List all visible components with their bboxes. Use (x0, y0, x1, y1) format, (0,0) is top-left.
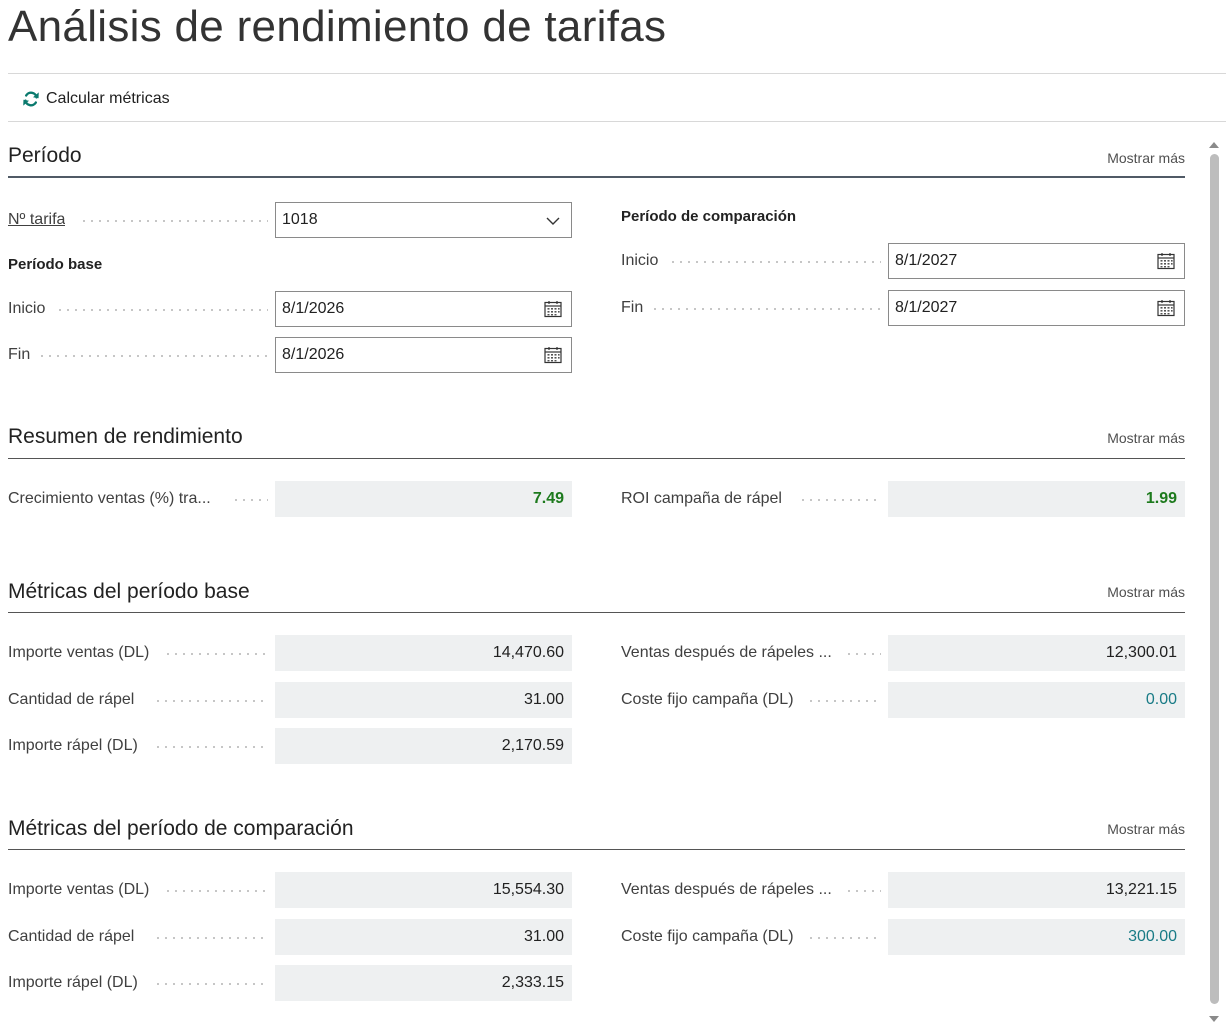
base-period-heading: Período base (8, 256, 103, 273)
scrollbar-thumb[interactable] (1210, 154, 1219, 1004)
base-fixed-cost-value[interactable]: 0.00 (888, 682, 1185, 718)
comp-fixed-cost-row: Coste fijo campaña (DL) 300.00 (621, 919, 1185, 955)
base-end-label: Fin (8, 346, 31, 363)
calculate-metrics-label: Calcular métricas (46, 90, 170, 107)
sales-growth-value: 7.49 (275, 481, 572, 517)
comp-metrics-show-more-link[interactable]: Mostrar más (1107, 821, 1185, 837)
section-period-title: Período (8, 144, 82, 167)
section-period-header: Período Mostrar más (8, 123, 1185, 178)
comp-end-label: Fin (621, 299, 644, 316)
price-list-select[interactable]: 1018 (275, 202, 572, 238)
comp-rebate-qty-row: Cantidad de rápel 31.00 (8, 919, 572, 955)
base-fixed-cost-row: Coste fijo campaña (DL) 0.00 (621, 682, 1185, 718)
base-sales-amount-row: Importe ventas (DL) 14,470.60 (8, 635, 572, 671)
title-divider (8, 73, 1226, 74)
calendar-icon[interactable] (1156, 251, 1176, 271)
period-show-more-link[interactable]: Mostrar más (1107, 150, 1185, 166)
comp-rebate-amount-value: 2,333.15 (275, 965, 572, 1001)
calendar-icon[interactable] (1156, 298, 1176, 318)
scroll-down-icon[interactable] (1208, 1014, 1220, 1024)
comp-end-date-field[interactable]: 8/1/2027 (888, 290, 1185, 326)
base-rebate-amount-row: Importe rápel (DL) 2,170.59 (8, 728, 572, 764)
comp-start-date-field[interactable]: 8/1/2027 (888, 243, 1185, 279)
section-base-metrics-header: Métricas del período base Mostrar más (8, 568, 1185, 613)
base-net-sales-value: 12,300.01 (888, 635, 1185, 671)
comp-net-sales-value: 13,221.15 (888, 872, 1185, 908)
base-rebate-amount-value: 2,170.59 (275, 728, 572, 764)
sales-growth-row: Crecimiento ventas (%) tra... 7.49 (8, 481, 572, 517)
comp-start-label: Inicio (621, 252, 659, 269)
base-rebate-qty-row: Cantidad de rápel 31.00 (8, 682, 572, 718)
comp-fixed-cost-value[interactable]: 300.00 (888, 919, 1185, 955)
base-start-label: Inicio (8, 300, 46, 317)
refresh-icon (23, 91, 39, 107)
section-summary-title: Resumen de rendimiento (8, 425, 243, 448)
summary-show-more-link[interactable]: Mostrar más (1107, 430, 1185, 446)
base-rebate-amount-label: Importe rápel (DL) (8, 737, 138, 754)
rebate-roi-value: 1.99 (888, 481, 1185, 517)
comp-rebate-amount-row: Importe rápel (DL) 2,333.15 (8, 965, 572, 1001)
rebate-roi-row: ROI campaña de rápel 1.99 (621, 481, 1185, 517)
action-divider (8, 121, 1226, 122)
base-metrics-show-more-link[interactable]: Mostrar más (1107, 584, 1185, 600)
calendar-icon[interactable] (543, 299, 563, 319)
comparison-period-heading: Período de comparación (621, 208, 797, 225)
comp-sales-amount-value: 15,554.30 (275, 872, 572, 908)
price-list-label[interactable]: Nº tarifa (8, 202, 65, 238)
calendar-icon[interactable] (543, 345, 563, 365)
section-summary-header: Resumen de rendimiento Mostrar más (8, 413, 1185, 459)
base-fixed-cost-label: Coste fijo campaña (DL) (621, 691, 794, 708)
page-content: Período Mostrar más Nº tarifa 1018 Perío… (8, 123, 1185, 1024)
base-sales-amount-label: Importe ventas (DL) (8, 644, 150, 661)
base-net-sales-row: Ventas después de rápeles ... 12,300.01 (621, 635, 1185, 671)
comp-net-sales-row: Ventas después de rápeles ... 13,221.15 (621, 872, 1185, 908)
comp-rebate-qty-value: 31.00 (275, 919, 572, 955)
comp-sales-amount-label: Importe ventas (DL) (8, 881, 150, 898)
base-net-sales-label: Ventas después de rápeles ... (621, 644, 832, 661)
comp-sales-amount-row: Importe ventas (DL) 15,554.30 (8, 872, 572, 908)
calculate-metrics-button[interactable]: Calcular métricas (22, 87, 170, 111)
sales-growth-label: Crecimiento ventas (%) tra... (8, 490, 211, 507)
comp-net-sales-label: Ventas después de rápeles ... (621, 881, 832, 898)
base-sales-amount-value: 14,470.60 (275, 635, 572, 671)
base-rebate-qty-value: 31.00 (275, 682, 572, 718)
page-title: Análisis de rendimiento de tarifas (8, 2, 667, 51)
chevron-down-icon (546, 217, 560, 225)
section-base-metrics-title: Métricas del período base (8, 580, 250, 603)
base-end-date-field[interactable]: 8/1/2026 (275, 337, 572, 373)
section-comp-metrics-title: Métricas del período de comparación (8, 817, 354, 840)
comp-rebate-amount-label: Importe rápel (DL) (8, 974, 138, 991)
comp-rebate-qty-label: Cantidad de rápel (8, 928, 135, 945)
base-rebate-qty-label: Cantidad de rápel (8, 691, 135, 708)
scroll-up-icon[interactable] (1208, 140, 1220, 150)
rebate-roi-label: ROI campaña de rápel (621, 490, 782, 507)
base-start-date-field[interactable]: 8/1/2026 (275, 291, 572, 327)
section-comp-metrics-header: Métricas del período de comparación Most… (8, 805, 1185, 850)
vertical-scrollbar[interactable] (1207, 140, 1221, 1024)
comp-fixed-cost-label: Coste fijo campaña (DL) (621, 928, 794, 945)
